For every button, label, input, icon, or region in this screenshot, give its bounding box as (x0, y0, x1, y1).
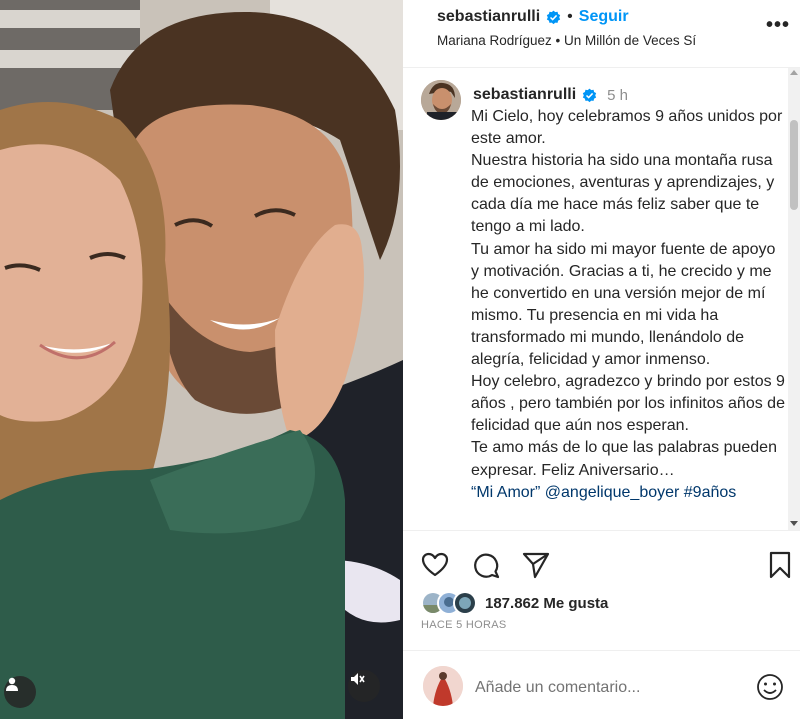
caption-text: Mi Cielo, hoy celebramos 9 años unidos p… (471, 106, 787, 504)
share-icon[interactable] (521, 550, 551, 580)
scroll-down-arrow-icon[interactable] (790, 521, 798, 526)
caption-paragraph: Hoy celebro, agradezco y brindo por esto… (471, 373, 785, 435)
comment-icon[interactable] (471, 550, 501, 580)
emoji-icon[interactable] (755, 672, 785, 702)
caption-paragraph: Nuestra historia ha sido una montaña rus… (471, 152, 775, 236)
actions-divider (403, 530, 800, 531)
caption-paragraph: Tu amor ha sido mi mayor fuente de apoyo… (471, 240, 776, 369)
header-separator: • (567, 8, 573, 25)
verified-badge-icon (547, 10, 561, 24)
comment-divider (403, 650, 800, 651)
mute-icon (351, 673, 365, 685)
post-header: sebastianrulli • Seguir Mariana Rodrígue… (403, 0, 800, 68)
caption-header: sebastianrulli 5 h (473, 86, 628, 104)
caption-paragraph: Mi Cielo, hoy celebramos 9 años unidos p… (471, 108, 783, 148)
caption-paragraph: Te amo más de lo que las palabras pueden… (471, 439, 777, 479)
likes-row[interactable]: 187.862 Me gusta (421, 591, 608, 615)
photo-illustration (0, 0, 403, 719)
heart-icon[interactable] (420, 550, 450, 580)
caption-mentions[interactable]: “Mi Amor” @angelique_boyer #9años (471, 482, 787, 504)
header-username[interactable]: sebastianrulli (437, 8, 540, 26)
audio-link[interactable]: Mariana Rodríguez • Un Millón de Veces S… (437, 33, 696, 48)
post-panel: sebastianrulli • Seguir Mariana Rodrígue… (403, 0, 800, 719)
post-photo[interactable] (0, 0, 403, 719)
scrollbar-thumb[interactable] (790, 120, 798, 210)
likes-count[interactable]: 187.862 Me gusta (485, 595, 608, 612)
bookmark-icon[interactable] (765, 550, 795, 580)
mute-button[interactable] (348, 670, 380, 702)
liker-avatar (453, 591, 477, 615)
caption-section: sebastianrulli 5 h Mi Cielo, hoy celebra… (403, 68, 800, 530)
current-user-avatar (423, 666, 463, 706)
caption-timestamp: 5 h (607, 86, 629, 104)
user-tag-icon (6, 677, 18, 691)
tagged-users-button[interactable] (4, 676, 36, 708)
follow-button[interactable]: Seguir (579, 8, 629, 26)
comment-input[interactable] (475, 674, 735, 702)
scroll-up-arrow-icon[interactable] (790, 70, 798, 75)
header-user-row: sebastianrulli • Seguir (437, 8, 629, 26)
caption-scrollbar[interactable] (788, 68, 800, 530)
verified-badge-icon (583, 88, 597, 102)
author-avatar-image (421, 80, 461, 120)
caption-username[interactable]: sebastianrulli (473, 86, 576, 104)
post-time-ago: HACE 5 HORAS (421, 619, 507, 631)
author-avatar[interactable] (421, 80, 461, 120)
more-options-button[interactable]: ••• (766, 14, 790, 37)
